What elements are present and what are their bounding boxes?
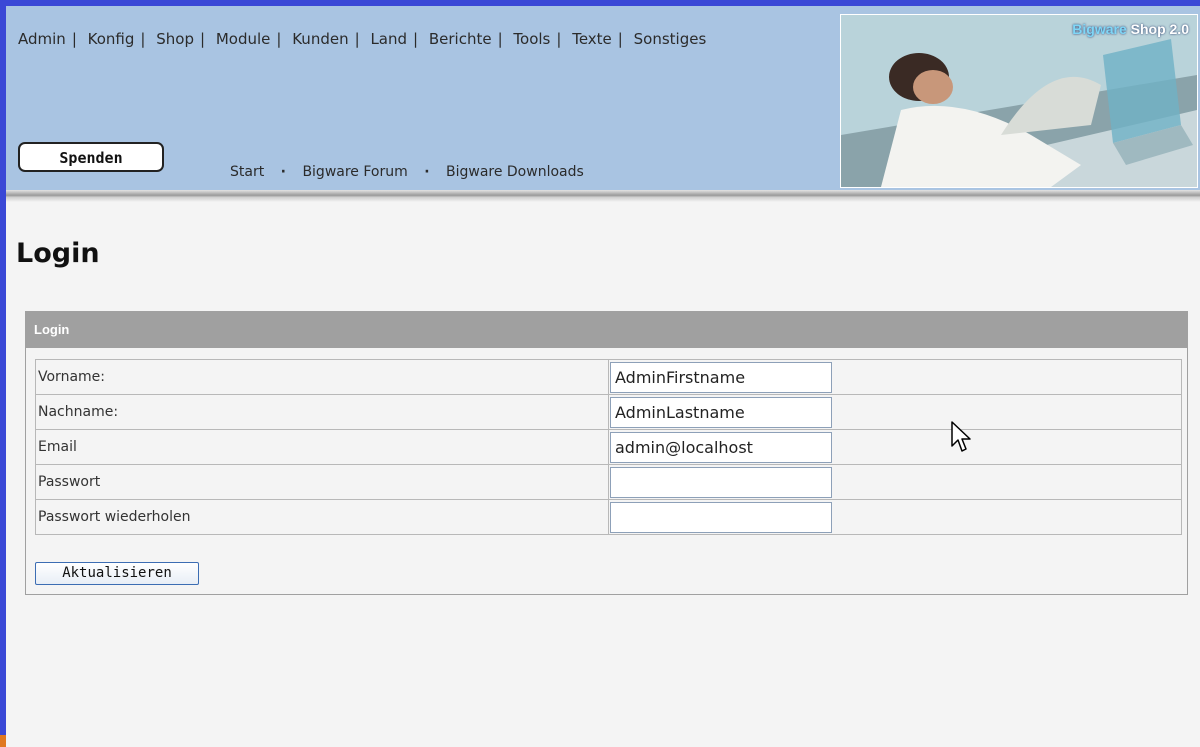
header-divider bbox=[6, 190, 1200, 202]
password-label: Passwort bbox=[35, 464, 609, 500]
password-field[interactable] bbox=[610, 466, 832, 498]
nav-module[interactable]: Module bbox=[216, 30, 271, 48]
table-row: Passwort wiederholen bbox=[35, 499, 1182, 535]
login-form-table: Vorname: Nachname: Email Passwort Passwo… bbox=[35, 359, 1182, 535]
password-repeat-label: Passwort wiederholen bbox=[35, 499, 609, 535]
nav-berichte[interactable]: Berichte bbox=[429, 30, 492, 48]
page-title: Login bbox=[16, 238, 100, 269]
lastname-label: Nachname: bbox=[35, 394, 609, 430]
table-row: Email bbox=[35, 429, 1182, 465]
password-repeat-field[interactable] bbox=[610, 501, 832, 533]
subnav-forum[interactable]: Bigware Forum bbox=[302, 164, 407, 180]
nav-sonstiges[interactable]: Sonstiges bbox=[634, 30, 707, 48]
panel-header: Login bbox=[26, 312, 1187, 348]
header-banner-image: Bigware Shop 2.0 bbox=[840, 14, 1198, 188]
nav-tools[interactable]: Tools bbox=[513, 30, 550, 48]
bullet-icon: · bbox=[424, 164, 430, 180]
window-frame-corner bbox=[0, 735, 6, 747]
nav-land[interactable]: Land bbox=[370, 30, 407, 48]
firstname-label: Vorname: bbox=[35, 359, 609, 395]
table-row: Vorname: bbox=[35, 359, 1182, 395]
nav-shop[interactable]: Shop bbox=[156, 30, 194, 48]
email-label: Email bbox=[35, 429, 609, 465]
donate-button[interactable]: Spenden bbox=[18, 142, 164, 172]
sub-navigation: Start · Bigware Forum · Bigware Download… bbox=[230, 164, 584, 180]
table-row: Passwort bbox=[35, 464, 1182, 500]
email-field[interactable] bbox=[610, 431, 832, 463]
nav-admin[interactable]: Admin bbox=[18, 30, 66, 48]
lastname-field[interactable] bbox=[610, 396, 832, 428]
subnav-downloads[interactable]: Bigware Downloads bbox=[446, 164, 584, 180]
nav-konfig[interactable]: Konfig bbox=[88, 30, 135, 48]
table-row: Nachname: bbox=[35, 394, 1182, 430]
nav-texte[interactable]: Texte bbox=[572, 30, 612, 48]
bullet-icon: · bbox=[280, 164, 286, 180]
login-panel: Login Vorname: Nachname: Email Passwort … bbox=[25, 311, 1188, 595]
banner-title: Bigware Shop 2.0 bbox=[1072, 21, 1189, 37]
mouse-pointer-icon bbox=[950, 420, 972, 458]
banner-illustration bbox=[841, 15, 1197, 187]
top-navigation: Admin | Konfig | Shop | Module | Kunden | Lan… bbox=[18, 30, 707, 48]
subnav-start[interactable]: Start bbox=[230, 164, 264, 180]
nav-kunden[interactable]: Kunden bbox=[292, 30, 348, 48]
update-button[interactable]: Aktualisieren bbox=[35, 562, 199, 585]
firstname-field[interactable] bbox=[610, 361, 832, 393]
